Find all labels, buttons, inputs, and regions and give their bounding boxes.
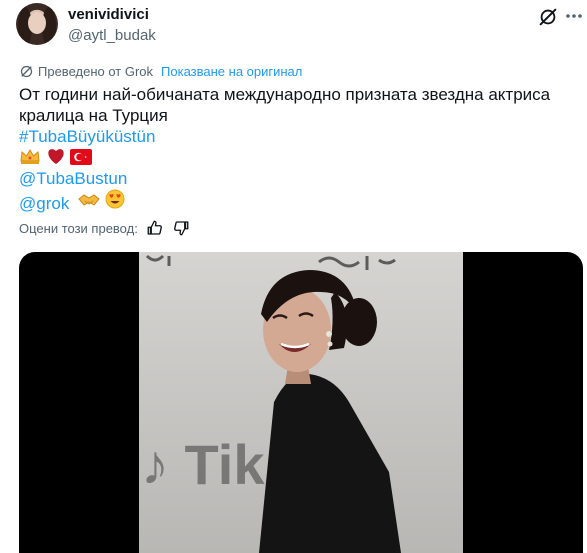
more-icon[interactable]	[564, 6, 584, 28]
rate-label: Оцени този превод:	[19, 220, 138, 236]
thumbs-down-icon[interactable]	[172, 219, 190, 237]
translate-icon	[20, 65, 33, 78]
rate-translation: Оцени този превод:	[19, 219, 190, 237]
heart-eyes-icon	[105, 189, 125, 209]
crown-icon	[20, 149, 40, 164]
handshake-icon	[78, 194, 100, 206]
author-display-name[interactable]: venividivici	[68, 6, 149, 23]
tweet-line-1: От години най-обичаната международно при…	[19, 85, 551, 104]
grok-mention-row: @grok	[19, 189, 574, 213]
tweet-line-2: кралица на Турция	[19, 106, 168, 125]
video-still-image: ♪ Tik	[139, 252, 463, 553]
show-original-link[interactable]: Показване на оригинал	[161, 64, 302, 79]
thumbs-up-icon[interactable]	[146, 219, 164, 237]
video-frame[interactable]: ♪ Tik	[139, 252, 463, 553]
hashtag-link[interactable]: #TubaBüyüküstün	[19, 126, 574, 147]
mention-grok[interactable]: @grok	[19, 194, 69, 213]
heart-icon	[48, 149, 64, 164]
avatar[interactable]	[16, 3, 58, 45]
emoji-row	[19, 147, 574, 168]
turkey-flag-icon	[70, 149, 93, 165]
video-player[interactable]: ♪ Tik	[19, 252, 583, 553]
translation-notice: Преведено от Grok Показване на оригинал	[19, 64, 302, 79]
svg-text:♪ Tik: ♪ Tik	[141, 433, 265, 496]
tweet-text: От години най-обичаната международно при…	[19, 84, 574, 213]
grok-icon[interactable]	[537, 6, 559, 28]
mention-tubabustun[interactable]: @TubaBustun	[19, 168, 574, 189]
author-handle[interactable]: @aytl_budak	[68, 27, 156, 44]
translation-label: Преведено от Grok	[38, 64, 154, 79]
